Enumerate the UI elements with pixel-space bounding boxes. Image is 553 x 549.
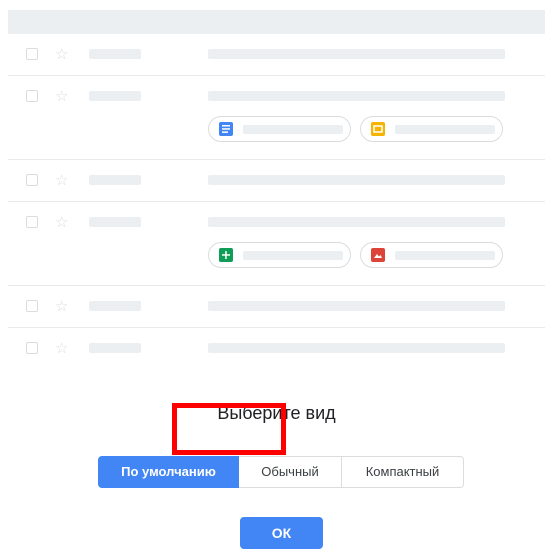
inbox-preview: ☆ ☆ ☆ ☆ ☆ ☆ bbox=[8, 10, 545, 370]
list-item: ☆ bbox=[8, 75, 545, 160]
attachment-chip bbox=[208, 242, 351, 268]
subject-placeholder bbox=[208, 217, 505, 227]
subject-placeholder bbox=[208, 49, 505, 59]
highlight-annotation bbox=[172, 403, 286, 455]
subject-placeholder bbox=[208, 91, 505, 101]
sender-placeholder bbox=[89, 49, 141, 59]
list-item: ☆ bbox=[8, 201, 545, 286]
sender-placeholder bbox=[89, 217, 141, 227]
star-icon: ☆ bbox=[55, 171, 69, 189]
checkbox bbox=[26, 216, 38, 228]
checkbox bbox=[26, 90, 38, 102]
star-icon: ☆ bbox=[55, 87, 69, 105]
attachment-name-placeholder bbox=[395, 125, 495, 134]
subject-placeholder bbox=[208, 301, 505, 311]
preview-toolbar bbox=[8, 10, 545, 34]
list-item: ☆ bbox=[8, 327, 545, 369]
sheets-icon bbox=[219, 248, 233, 262]
attachment-name-placeholder bbox=[243, 125, 343, 134]
attachment-chip bbox=[360, 116, 503, 142]
option-default[interactable]: По умолчанию bbox=[98, 456, 239, 488]
attachment-chip bbox=[208, 116, 351, 142]
list-item: ☆ bbox=[8, 285, 545, 328]
image-icon bbox=[371, 248, 385, 262]
sender-placeholder bbox=[89, 301, 141, 311]
option-compact[interactable]: Компактный bbox=[342, 456, 464, 488]
density-selector: По умолчанию Обычный Компактный bbox=[98, 456, 464, 488]
subject-placeholder bbox=[208, 343, 505, 353]
sender-placeholder bbox=[89, 91, 141, 101]
checkbox bbox=[26, 48, 38, 60]
checkbox bbox=[26, 174, 38, 186]
slides-icon bbox=[371, 122, 385, 136]
star-icon: ☆ bbox=[55, 45, 69, 63]
subject-placeholder bbox=[208, 175, 505, 185]
attachment-name-placeholder bbox=[395, 251, 495, 260]
checkbox bbox=[26, 342, 38, 354]
attachment-name-placeholder bbox=[243, 251, 343, 260]
star-icon: ☆ bbox=[55, 339, 69, 357]
docs-icon bbox=[219, 122, 233, 136]
ok-button[interactable]: ОК bbox=[240, 517, 323, 549]
list-item: ☆ bbox=[8, 159, 545, 202]
list-item: ☆ bbox=[8, 34, 545, 76]
option-comfortable[interactable]: Обычный bbox=[239, 456, 342, 488]
star-icon: ☆ bbox=[55, 297, 69, 315]
checkbox bbox=[26, 300, 38, 312]
attachment-chip bbox=[360, 242, 503, 268]
sender-placeholder bbox=[89, 343, 141, 353]
star-icon: ☆ bbox=[55, 213, 69, 231]
sender-placeholder bbox=[89, 175, 141, 185]
